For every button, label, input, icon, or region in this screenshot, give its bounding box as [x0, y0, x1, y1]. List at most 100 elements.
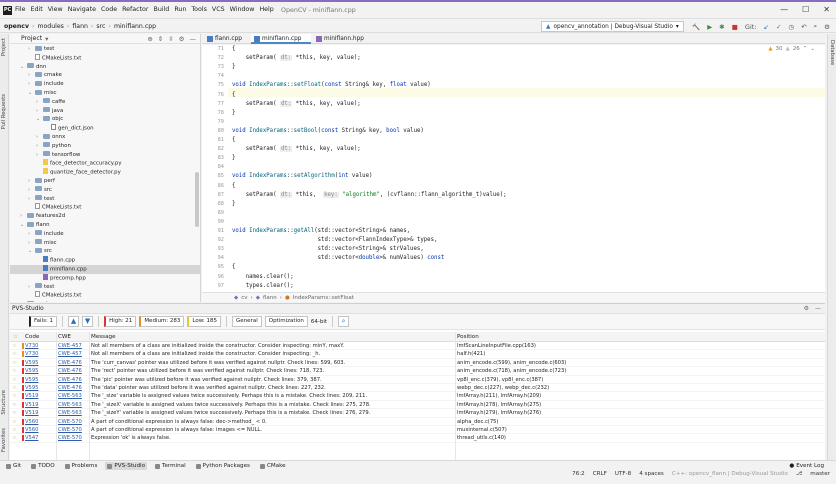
chevron-right-icon[interactable]: › — [36, 98, 43, 107]
code-line[interactable]: types.clear(); — [232, 283, 294, 289]
table-row[interactable]: ☆ V519 CWE-563 The '_sizeY' variable is ass… — [10, 409, 825, 418]
chevron-right-icon[interactable]: › — [28, 239, 35, 248]
star-icon[interactable]: ☆ — [12, 393, 17, 399]
cwe-link[interactable]: CWE-570 — [58, 435, 82, 441]
breadcrumb-item[interactable]: src — [96, 23, 105, 30]
chevron-right-icon[interactable]: › — [36, 133, 43, 142]
chevron-down-icon[interactable]: ⌄ — [28, 247, 35, 256]
table-row[interactable]: ☆ V595 CWE-476 The 'rect' pointer was utili… — [10, 367, 825, 376]
tool-window-project[interactable]: Project — [1, 38, 7, 56]
menu-refactor[interactable]: Refactor — [122, 6, 148, 13]
tree-item[interactable]: › cmake — [10, 71, 200, 80]
breadcrumb-item[interactable]: opencv — [4, 23, 29, 30]
table-row[interactable]: ☆ V595 CWE-476 The 'pic' pointer was utiliz… — [10, 376, 825, 384]
rollback-icon[interactable]: ↶ — [801, 23, 806, 31]
tree-item[interactable]: ⌄ objc — [10, 115, 200, 124]
tool-window-database[interactable]: Database — [829, 40, 835, 65]
breadcrumb-item[interactable]: miniflann.cpp — [114, 23, 156, 30]
tree-item[interactable]: CMakeLists.txt — [10, 203, 200, 212]
tree-item[interactable]: ⌄ src — [10, 247, 200, 256]
cwe-link[interactable]: CWE-476 — [58, 368, 82, 374]
code-line[interactable]: } — [232, 155, 235, 161]
warning-position[interactable]: lmfArray.h(211), lmfArray.h(209) — [457, 393, 541, 399]
chevron-right-icon[interactable]: › — [28, 195, 35, 204]
arrow-up-icon[interactable]: ▲ — [68, 316, 80, 327]
gear-icon[interactable]: ⚙ — [804, 305, 809, 312]
tree-item[interactable]: precomp.hpp — [10, 273, 200, 283]
tool-tab-problems[interactable]: Problems — [63, 462, 100, 470]
menu-build[interactable]: Build — [154, 6, 170, 13]
chevron-right-icon[interactable]: › — [36, 151, 43, 160]
warning-code-link[interactable]: V560 — [25, 419, 38, 425]
cwe-link[interactable]: CWE-476 — [58, 360, 82, 366]
code-line[interactable]: setParam( ​dt: *this, key: "algorithm", … — [232, 191, 507, 198]
project-panel-title[interactable]: Project — [21, 35, 42, 42]
code-line[interactable]: void IndexParams::setFloat(const String&… — [232, 82, 431, 88]
table-row[interactable]: ☆ V595 CWE-476 The 'data' pointer was utili… — [10, 384, 825, 393]
tool-tab-todo[interactable]: TODO — [29, 462, 57, 470]
cwe-link[interactable]: CWE-563 — [58, 402, 82, 408]
code-editor[interactable]: 71 72 73 74 75 76 77 78 79 80 81 82 83 84 85 86 87 88 89 90… — [202, 45, 825, 292]
tree-item[interactable]: › python — [10, 142, 200, 151]
inspection-widget[interactable]: ▲ 30 ▲ 26 ⌃ ⌄ — [768, 46, 815, 52]
warning-position[interactable]: alpha_dec.c(75) — [457, 419, 498, 425]
tool-tab-pvs-studio[interactable]: PVS-Studio — [105, 462, 148, 470]
cwe-link[interactable]: CWE-457 — [58, 343, 82, 349]
chevron-right-icon[interactable]: › — [28, 45, 35, 54]
code-line[interactable]: void IndexParams::setAlgorithm(int value… — [232, 173, 372, 179]
editor-breadcrumb-item[interactable]: cv — [241, 295, 247, 301]
close-icon[interactable]: ✕ — [823, 5, 830, 14]
filter-64bit-button[interactable]: 64-bit — [311, 319, 327, 325]
tree-item[interactable]: flann.cpp — [10, 256, 200, 265]
chevron-down-icon[interactable]: ⌄ — [20, 63, 27, 72]
collapse-all-icon[interactable]: ⇳ — [168, 35, 173, 43]
cwe-link[interactable]: CWE-563 — [58, 393, 82, 399]
star-icon[interactable]: ☆ — [12, 377, 17, 383]
menu-run[interactable]: Run — [174, 6, 186, 13]
arrow-down-icon[interactable]: ▼ — [82, 316, 94, 327]
code-line[interactable]: { — [232, 92, 235, 98]
hide-icon[interactable]: — — [190, 35, 197, 43]
table-row[interactable]: ☆ V547 CWE-570 Expression 'ok' is always fa… — [10, 434, 825, 443]
warning-code-link[interactable]: V519 — [25, 393, 38, 399]
tree-item[interactable]: › perf — [10, 177, 200, 186]
chevron-down-icon[interactable]: ⌄ — [20, 221, 27, 230]
warning-position[interactable]: half.h(421) — [457, 351, 485, 357]
tree-item[interactable]: › test — [10, 195, 200, 204]
code-line[interactable]: std::vector<double>& numValues) const — [232, 255, 445, 261]
tree-item[interactable]: › src — [10, 186, 200, 195]
star-icon[interactable]: ☆ — [12, 402, 17, 408]
tool-window-structure[interactable]: Structure — [1, 390, 7, 415]
menu-code[interactable]: Code — [101, 6, 117, 13]
chevron-down-icon[interactable]: ⌄ — [28, 89, 35, 98]
star-icon[interactable]: ☆ — [12, 410, 17, 416]
chevron-right-icon[interactable]: › — [36, 107, 43, 116]
chevron-down-icon[interactable]: ⌄ — [810, 46, 815, 52]
tree-item[interactable]: face_detector_accuracy.py — [10, 159, 200, 168]
filter-low-button[interactable]: Low: 185 — [187, 316, 222, 327]
star-icon[interactable]: ☆ — [12, 368, 17, 374]
file-encoding[interactable]: UTF-8 — [615, 471, 631, 477]
chevron-right-icon[interactable]: › — [36, 142, 43, 151]
table-row[interactable]: ☆ V560 CWE-570 A part of conditional expres… — [10, 418, 825, 426]
cwe-link[interactable]: CWE-570 — [58, 419, 82, 425]
cwe-link[interactable]: CWE-476 — [58, 377, 82, 383]
chevron-up-icon[interactable]: ⌃ — [803, 46, 808, 52]
warning-code-link[interactable]: V595 — [25, 368, 38, 374]
code-line[interactable]: std::vector<FlannIndexType>& types, — [232, 237, 438, 243]
chevron-right-icon[interactable]: › — [28, 177, 35, 186]
search-icon[interactable]: ⌕ — [814, 22, 818, 31]
chevron-right-icon[interactable]: › — [20, 212, 27, 221]
git-update-icon[interactable]: ↙ — [764, 23, 769, 31]
table-row[interactable]: ☆ V560 CWE-570 A part of conditional expres… — [10, 426, 825, 435]
star-icon[interactable]: ☆ — [12, 427, 17, 433]
search-icon[interactable]: ⌕ — [338, 316, 350, 327]
code-line[interactable]: } — [232, 110, 235, 116]
star-icon[interactable]: ☆ — [12, 385, 17, 391]
tab-miniflann-cpp[interactable]: miniflann.cpp — [251, 34, 311, 44]
resolve-context[interactable]: C++: opencv_flann | Debug-Visual Studio — [672, 471, 788, 477]
star-icon[interactable]: ☆ — [12, 360, 17, 366]
code-line[interactable]: setParam( ​dt: *this, key, value); — [232, 55, 361, 62]
warning-code-link[interactable]: V595 — [25, 385, 38, 391]
filter-fails-button[interactable]: Fails: 1 — [29, 316, 58, 327]
